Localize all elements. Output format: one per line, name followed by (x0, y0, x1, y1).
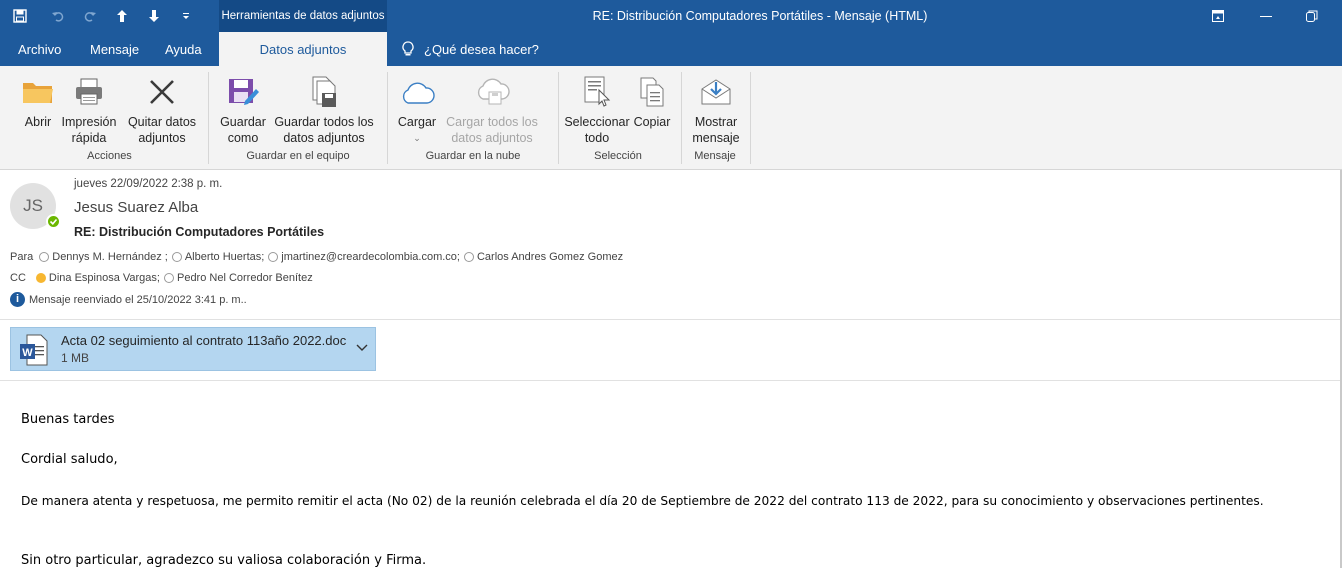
envelope-icon (688, 74, 744, 110)
close-icon (123, 74, 201, 110)
recipient[interactable]: jmartinez@creardecolombia.com.co; (281, 251, 460, 263)
presence-available-icon (46, 214, 61, 229)
group-divider (387, 72, 388, 164)
cc-label: CC (10, 272, 26, 284)
sender-name[interactable]: Jesus Suarez Alba (74, 199, 198, 216)
recipient[interactable]: Pedro Nel Corredor Benítez (177, 272, 313, 284)
to-label: Para (10, 251, 34, 263)
message-subject: RE: Distribución Computadores Portátiles (74, 225, 325, 239)
group-divider (681, 72, 682, 164)
group-label-mensaje: Mensaje (694, 150, 736, 162)
minimize-icon[interactable] (1254, 0, 1278, 32)
tell-me-box[interactable]: ¿Qué desea hacer? (402, 32, 539, 66)
select-all-button[interactable]: Seleccionar todo (562, 74, 632, 146)
recipient[interactable]: Dina Espinosa Vargas; (49, 272, 160, 284)
word-document-icon: W (19, 334, 49, 366)
divider (0, 319, 1342, 320)
save-icon[interactable] (8, 4, 32, 28)
group-label-acciones: Acciones (87, 150, 132, 162)
printer-icon (60, 74, 118, 110)
arrow-down-icon[interactable] (142, 4, 166, 28)
tell-me-label: ¿Qué desea hacer? (424, 41, 539, 57)
divider (0, 380, 1342, 381)
ribbon: Abrir Impresión rápida Quitar datos adju… (0, 66, 1342, 170)
recipient[interactable]: Dennys M. Hernández ; (52, 251, 168, 263)
redo-icon[interactable] (78, 4, 102, 28)
group-label-seleccion: Selección (594, 150, 642, 162)
remove-attachments-button[interactable]: Quitar datos adjuntos (123, 74, 201, 146)
info-icon: i (10, 292, 25, 307)
recipient[interactable]: Carlos Andres Gomez Gomez (477, 251, 623, 263)
group-divider (750, 72, 751, 164)
to-line: Para Dennys M. Hernández ; Alberto Huert… (10, 251, 623, 263)
attachment-size: 1 MB (61, 351, 90, 365)
copy-button[interactable]: Copiar (632, 74, 672, 130)
title-bar: Herramientas de datos adjuntos RE: Distr… (0, 0, 1342, 32)
save-as-button[interactable]: Guardar como (216, 74, 270, 146)
cc-line: CC Dina Espinosa Vargas; Pedro Nel Corre… (10, 272, 313, 284)
recipient[interactable]: Alberto Huertas; (185, 251, 264, 263)
ribbon-tabs: Archivo Mensaje Ayuda Datos adjuntos ¿Qu… (0, 32, 1342, 66)
group-label-guardar-equipo: Guardar en el equipo (246, 150, 350, 162)
open-button[interactable]: Abrir (18, 74, 58, 130)
save-all-attachments-button[interactable]: Guardar todos los datos adjuntos (268, 74, 380, 146)
group-divider (558, 72, 559, 164)
tab-mensaje[interactable]: Mensaje (90, 32, 139, 66)
group-divider (208, 72, 209, 164)
customize-toolbar-icon[interactable] (174, 4, 198, 28)
presence-unknown-icon (39, 252, 50, 262)
forwarded-info: Mensaje reenviado el 25/10/2022 3:41 p. … (29, 293, 247, 306)
body-greeting: Buenas tardes (21, 412, 115, 427)
sent-date: jueves 22/09/2022 2:38 p. m. (74, 178, 223, 190)
upload-button[interactable]: Cargar ⌄ (394, 74, 440, 146)
chevron-down-icon: ⌄ (413, 133, 421, 143)
presence-unknown-icon (268, 252, 279, 262)
chevron-down-icon[interactable] (355, 340, 369, 354)
select-all-icon (562, 74, 632, 110)
quick-access-toolbar (8, 0, 198, 32)
cloud-save-icon (440, 74, 544, 110)
presence-away-icon (35, 273, 46, 283)
folder-icon (18, 74, 58, 110)
save-all-icon (268, 74, 380, 110)
show-message-button[interactable]: Mostrar mensaje (688, 74, 744, 146)
undo-icon[interactable] (46, 4, 70, 28)
window-title: RE: Distribución Computadores Portátiles… (592, 9, 928, 23)
body-paragraph: De manera atenta y respetuosa, me permit… (21, 494, 1264, 508)
presence-unknown-icon (163, 273, 174, 283)
body-closing: Sin otro particular, agradezco su valios… (21, 553, 427, 568)
attachment-name: Acta 02 seguimiento al contrato 113año 2… (61, 333, 347, 348)
ribbon-display-options-icon[interactable] (1206, 0, 1230, 32)
cloud-icon (394, 74, 440, 110)
tab-archivo[interactable]: Archivo (18, 32, 61, 66)
lightbulb-icon (402, 41, 414, 57)
save-as-icon (216, 74, 270, 110)
body-salute: Cordial saludo, (21, 452, 118, 467)
tab-datos-adjuntos[interactable]: Datos adjuntos (219, 32, 387, 66)
upload-all-attachments-button[interactable]: Cargar todos los datos adjuntos (440, 74, 544, 146)
svg-text:W: W (22, 347, 33, 359)
group-label-guardar-nube: Guardar en la nube (425, 150, 521, 162)
presence-unknown-icon (463, 252, 474, 262)
context-tab-label: Herramientas de datos adjuntos (219, 0, 387, 32)
restore-icon[interactable] (1300, 0, 1324, 32)
presence-unknown-icon (171, 252, 182, 262)
quick-print-button[interactable]: Impresión rápida (60, 74, 118, 146)
attachment-item[interactable]: W Acta 02 seguimiento al contrato 113año… (10, 327, 376, 371)
copy-icon (632, 74, 672, 110)
tab-ayuda[interactable]: Ayuda (165, 32, 202, 66)
arrow-up-icon[interactable] (110, 4, 134, 28)
info-line[interactable]: i Mensaje reenviado el 25/10/2022 3:41 p… (10, 292, 247, 307)
